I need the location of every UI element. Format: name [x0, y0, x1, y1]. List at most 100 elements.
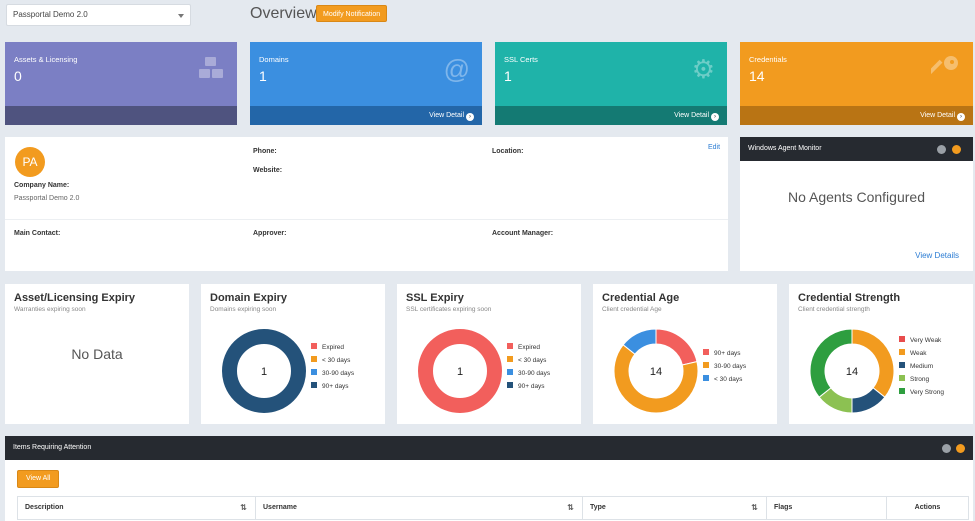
legend-label: 30-90 days [714, 363, 747, 370]
tile-credentials[interactable]: Credentials 14 View Detail › [740, 42, 973, 125]
avatar: PA [15, 147, 45, 177]
location-label: Location: [492, 148, 524, 155]
modify-notification-button[interactable]: Modify Notification [316, 5, 388, 22]
legend-label: < 30 days [518, 357, 547, 364]
legend-swatch [311, 382, 317, 388]
view-detail-link[interactable]: View Detail › [250, 106, 482, 125]
tile-title: Assets & Licensing [14, 55, 78, 64]
column-label: Actions [914, 504, 941, 511]
tile-footer [5, 106, 237, 125]
website-label: Website: [253, 167, 283, 174]
domain-expiry-donut: 1 [222, 329, 306, 413]
page-title: Overview [250, 5, 317, 22]
view-detail-label: View Detail [920, 112, 955, 119]
tile-domains[interactable]: Domains 1 @ View Detail › [250, 42, 482, 125]
credential-strength-card: Credential Strength Client credential st… [789, 284, 973, 424]
donut-center-value: 14 [846, 366, 858, 378]
sort-icon[interactable]: ⇅ [567, 497, 574, 519]
gear-icon: ⚙ [691, 54, 715, 84]
credential-age-card: Credential Age Client credential Age 14 … [593, 284, 777, 424]
view-detail-label: View Detail [429, 112, 464, 119]
legend-swatch [899, 349, 905, 355]
cubes-icon [197, 54, 225, 88]
minimize-icon[interactable] [952, 145, 961, 154]
legend-swatch [311, 356, 317, 362]
collapse-icon[interactable] [942, 444, 951, 453]
legend-item: < 30 days [311, 354, 354, 367]
company-select[interactable]: Passportal Demo 2.0 [6, 4, 191, 26]
column-label: Type [590, 504, 606, 511]
credential-strength-donut: 14 [809, 328, 895, 414]
agent-monitor-title: Windows Agent Monitor [748, 145, 822, 152]
legend-item: Very Strong [899, 386, 944, 399]
legend-label: < 30 days [322, 357, 351, 364]
legend-swatch [899, 362, 905, 368]
tile-title: Credentials [749, 55, 787, 64]
legend-item: 30-90 days [507, 367, 550, 380]
items-header: Items Requiring Attention [5, 436, 973, 460]
legend-swatch [703, 375, 709, 381]
legend-label: Very Weak [910, 337, 942, 344]
column-header-actions: Actions [887, 497, 968, 519]
column-header-flags: Flags [767, 497, 887, 519]
legend-item: Very Weak [899, 334, 944, 347]
legend-label: 90+ days [322, 383, 349, 390]
view-details-link[interactable]: View Details [915, 251, 959, 260]
tile-ssl-certs[interactable]: SSL Certs 1 ⚙ View Detail › [495, 42, 727, 125]
main-contact-label: Main Contact: [14, 230, 61, 237]
phone-label: Phone: [253, 148, 277, 155]
chart-legend: Expired < 30 days 30-90 days 90+ days [311, 341, 354, 393]
arrow-right-icon: › [466, 113, 474, 121]
items-requiring-attention-card: Items Requiring Attention View All Descr… [5, 436, 973, 521]
company-select-value: Passportal Demo 2.0 [13, 10, 88, 19]
no-agents-message: No Agents Configured [788, 189, 925, 205]
legend-swatch [507, 369, 513, 375]
legend-label: 30-90 days [518, 370, 551, 377]
donut-center-value: 1 [457, 366, 463, 378]
at-icon: @ [443, 54, 470, 84]
legend-label: 90+ days [714, 350, 741, 357]
legend-item: Weak [899, 347, 944, 360]
legend-swatch [899, 336, 905, 342]
column-header-type[interactable]: Type ⇅ [583, 497, 767, 519]
approver-label: Approver: [253, 230, 287, 237]
column-header-description[interactable]: Description ⇅ [18, 497, 256, 519]
tile-value: 1 [259, 68, 267, 84]
sort-icon[interactable]: ⇅ [751, 497, 758, 519]
account-manager-label: Account Manager: [492, 230, 554, 237]
chart-legend: Very Weak Weak Medium Strong Very Strong [899, 334, 944, 399]
arrow-right-icon: › [957, 113, 965, 121]
donut-slice-90-days [655, 328, 698, 366]
chart-title: Asset/Licensing Expiry [14, 292, 136, 304]
view-detail-link[interactable]: View Detail › [740, 106, 973, 125]
collapse-icon[interactable] [937, 145, 946, 154]
legend-label: Weak [910, 350, 927, 357]
legend-swatch [507, 356, 513, 362]
legend-item: 30-90 days [311, 367, 354, 380]
tile-value: 14 [749, 68, 765, 84]
legend-item: Medium [899, 360, 944, 373]
view-all-button[interactable]: View All [17, 470, 60, 488]
tile-title: SSL Certs [504, 55, 538, 64]
tile-value: 1 [504, 68, 512, 84]
sort-icon[interactable]: ⇅ [240, 497, 247, 519]
legend-item: 90+ days [311, 380, 354, 393]
legend-swatch [311, 343, 317, 349]
tile-title: Domains [259, 55, 289, 64]
edit-link[interactable]: Edit [708, 144, 720, 151]
tile-assets-licensing[interactable]: Assets & Licensing 0 [5, 42, 237, 125]
minimize-icon[interactable] [956, 444, 965, 453]
donut-slice-weak [851, 328, 895, 398]
column-header-username[interactable]: Username ⇅ [256, 497, 583, 519]
view-detail-link[interactable]: View Detail › [495, 106, 727, 125]
legend-label: Expired [322, 344, 345, 351]
chart-legend: Expired < 30 days 30-90 days 90+ days [507, 341, 550, 393]
legend-swatch [507, 343, 513, 349]
legend-label: Very Strong [910, 389, 944, 396]
domain-expiry-card: Domain Expiry Domains expiring soon 1 Ex… [201, 284, 385, 424]
view-detail-label: View Detail [674, 112, 709, 119]
legend-label: < 30 days [714, 376, 743, 383]
legend-label: 90+ days [518, 383, 545, 390]
chevron-down-icon [178, 14, 184, 18]
legend-item: Strong [899, 373, 944, 386]
